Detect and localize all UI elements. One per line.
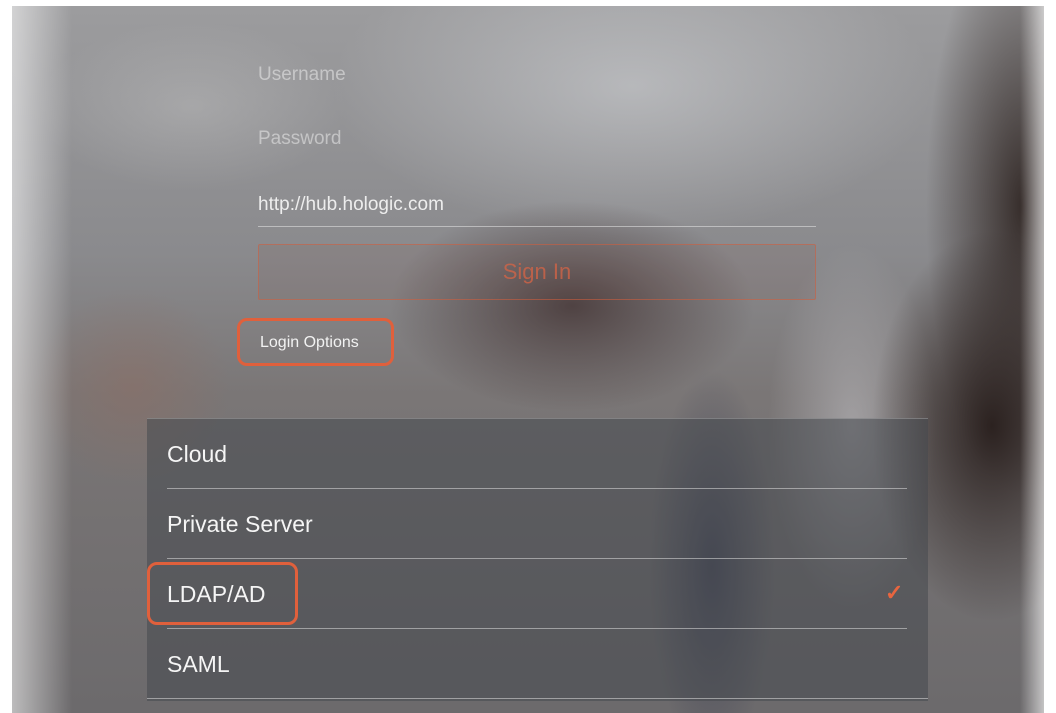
option-label: Cloud <box>167 441 228 467</box>
login-option-cloud[interactable]: Cloud <box>147 419 928 489</box>
server-url-field[interactable] <box>258 183 816 227</box>
login-options-list: Cloud Private Server LDAP/AD ✓ SAML <box>147 418 928 701</box>
background-edge <box>12 6 72 713</box>
login-option-ldap-ad[interactable]: LDAP/AD ✓ <box>147 559 928 629</box>
login-option-saml[interactable]: SAML <box>147 629 928 699</box>
password-field[interactable] <box>258 119 816 159</box>
login-option-private-server[interactable]: Private Server <box>147 489 928 559</box>
option-label: SAML <box>167 651 230 677</box>
divider <box>147 698 928 699</box>
sign-in-button[interactable]: Sign In <box>258 244 816 300</box>
username-field[interactable] <box>258 55 816 95</box>
background-edge <box>1020 6 1044 713</box>
checkmark-icon: ✓ <box>885 580 904 605</box>
login-options-button[interactable]: Login Options <box>237 318 394 366</box>
option-label: Private Server <box>167 511 313 537</box>
login-options-label: Login Options <box>260 334 359 351</box>
option-label: LDAP/AD <box>167 581 266 607</box>
login-screen: Sign In Login Options Cloud Private Serv… <box>0 0 1056 713</box>
